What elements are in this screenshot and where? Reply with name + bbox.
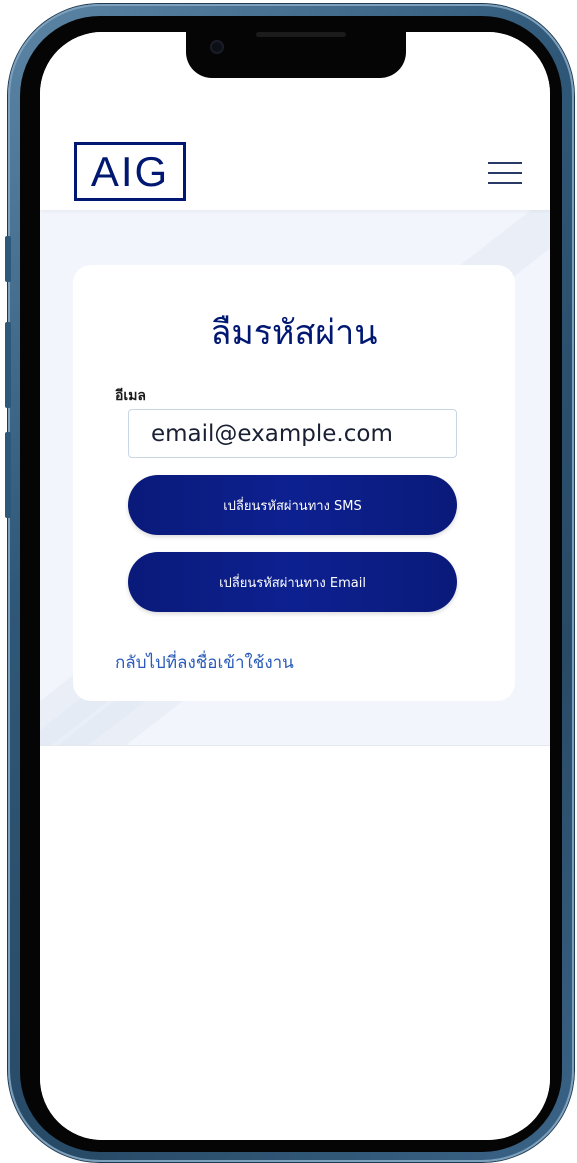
phone-silent-switch — [5, 236, 11, 282]
page-title: ลืมรหัสผ่าน — [210, 313, 378, 353]
forgot-password-card: ลืมรหัสผ่าน อีเมล เปลี่ยนรหัสผ่านทาง SMS… — [73, 265, 515, 701]
reset-via-sms-button[interactable]: เปลี่ยนรหัสผ่านทาง SMS — [128, 475, 457, 535]
forgot-password-section: ลืมรหัสผ่าน อีเมล เปลี่ยนรหัสผ่านทาง SMS… — [40, 210, 550, 746]
phone-volume-up-button — [5, 322, 11, 408]
speaker-grill — [256, 32, 346, 37]
aig-logo[interactable]: AIG — [74, 142, 186, 201]
email-label: อีเมล — [115, 388, 147, 404]
back-to-login-link[interactable]: กลับไปที่ลงชื่อเข้าใช้งาน — [115, 649, 294, 676]
phone-volume-down-button — [5, 432, 11, 518]
reset-via-email-button[interactable]: เปลี่ยนรหัสผ่านทาง Email — [128, 552, 457, 612]
empty-content-area — [40, 746, 550, 1140]
email-input[interactable] — [128, 409, 457, 458]
camera-icon — [210, 40, 224, 54]
hamburger-menu-icon[interactable] — [488, 162, 522, 184]
phone-notch — [186, 32, 406, 78]
phone-screen: AIG ลืมรหัสผ่าน อีเมล เปลี่ยนรหัสผ่านทาง… — [40, 32, 550, 1140]
